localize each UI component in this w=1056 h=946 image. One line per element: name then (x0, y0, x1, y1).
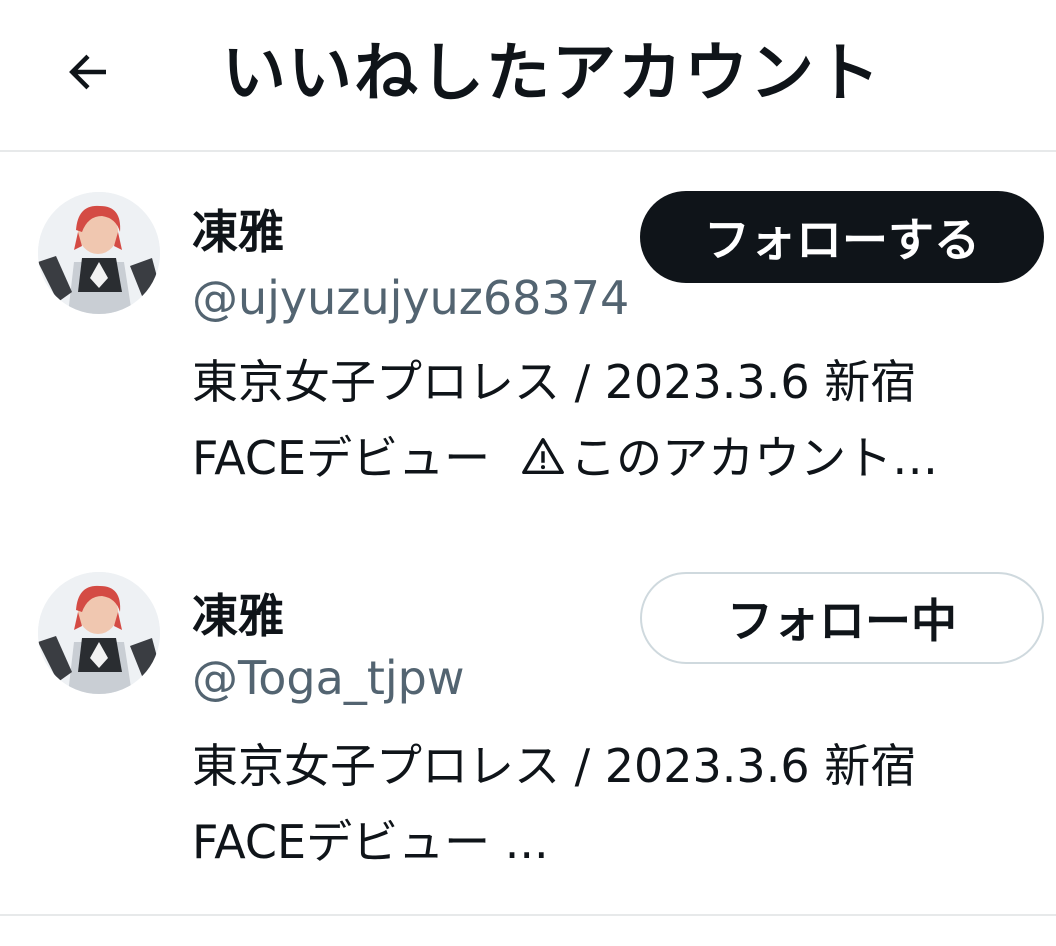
arrow-left-icon (69, 54, 106, 90)
user-handle: @Toga_tjpw (192, 651, 465, 705)
user-list-item[interactable]: 凍雅 @ujyuzujyuz68374 フォローする 東京女子プロレス / 20… (0, 152, 1056, 532)
warning-triangle-icon (522, 438, 564, 475)
bio-line: FACEデビュー このアカウント… (192, 420, 1032, 496)
top-app-bar: いいねしたアカウント (0, 0, 1056, 152)
divider (0, 914, 1056, 916)
user-list-item[interactable]: 凍雅 @Toga_tjpw フォロー中 東京女子プロレス / 2023.3.6 … (0, 532, 1056, 914)
bio-line: 東京女子プロレス / 2023.3.6 新宿 (192, 739, 917, 793)
follow-button[interactable]: フォローする (640, 191, 1044, 283)
bio-line: 東京女子プロレス / 2023.3.6 新宿 (192, 355, 917, 409)
bio-text: FACEデビュー (192, 431, 491, 485)
user-handle: @ujyuzujyuz68374 (192, 271, 630, 325)
avatar[interactable] (38, 572, 160, 694)
user-name: 凍雅 (192, 589, 284, 643)
user-bio: 東京女子プロレス / 2023.3.6 新宿 FACEデビュー ... (192, 728, 1032, 880)
back-button[interactable] (46, 30, 130, 114)
avatar[interactable] (38, 192, 160, 314)
user-bio: 東京女子プロレス / 2023.3.6 新宿 FACEデビュー このアカウント… (192, 344, 1032, 496)
bio-text: このアカウント… (570, 431, 939, 485)
user-name: 凍雅 (192, 205, 284, 259)
bio-line: FACEデビュー ... (192, 815, 549, 869)
page-title: いいねしたアカウント (222, 37, 882, 111)
following-button[interactable]: フォロー中 (640, 572, 1044, 664)
